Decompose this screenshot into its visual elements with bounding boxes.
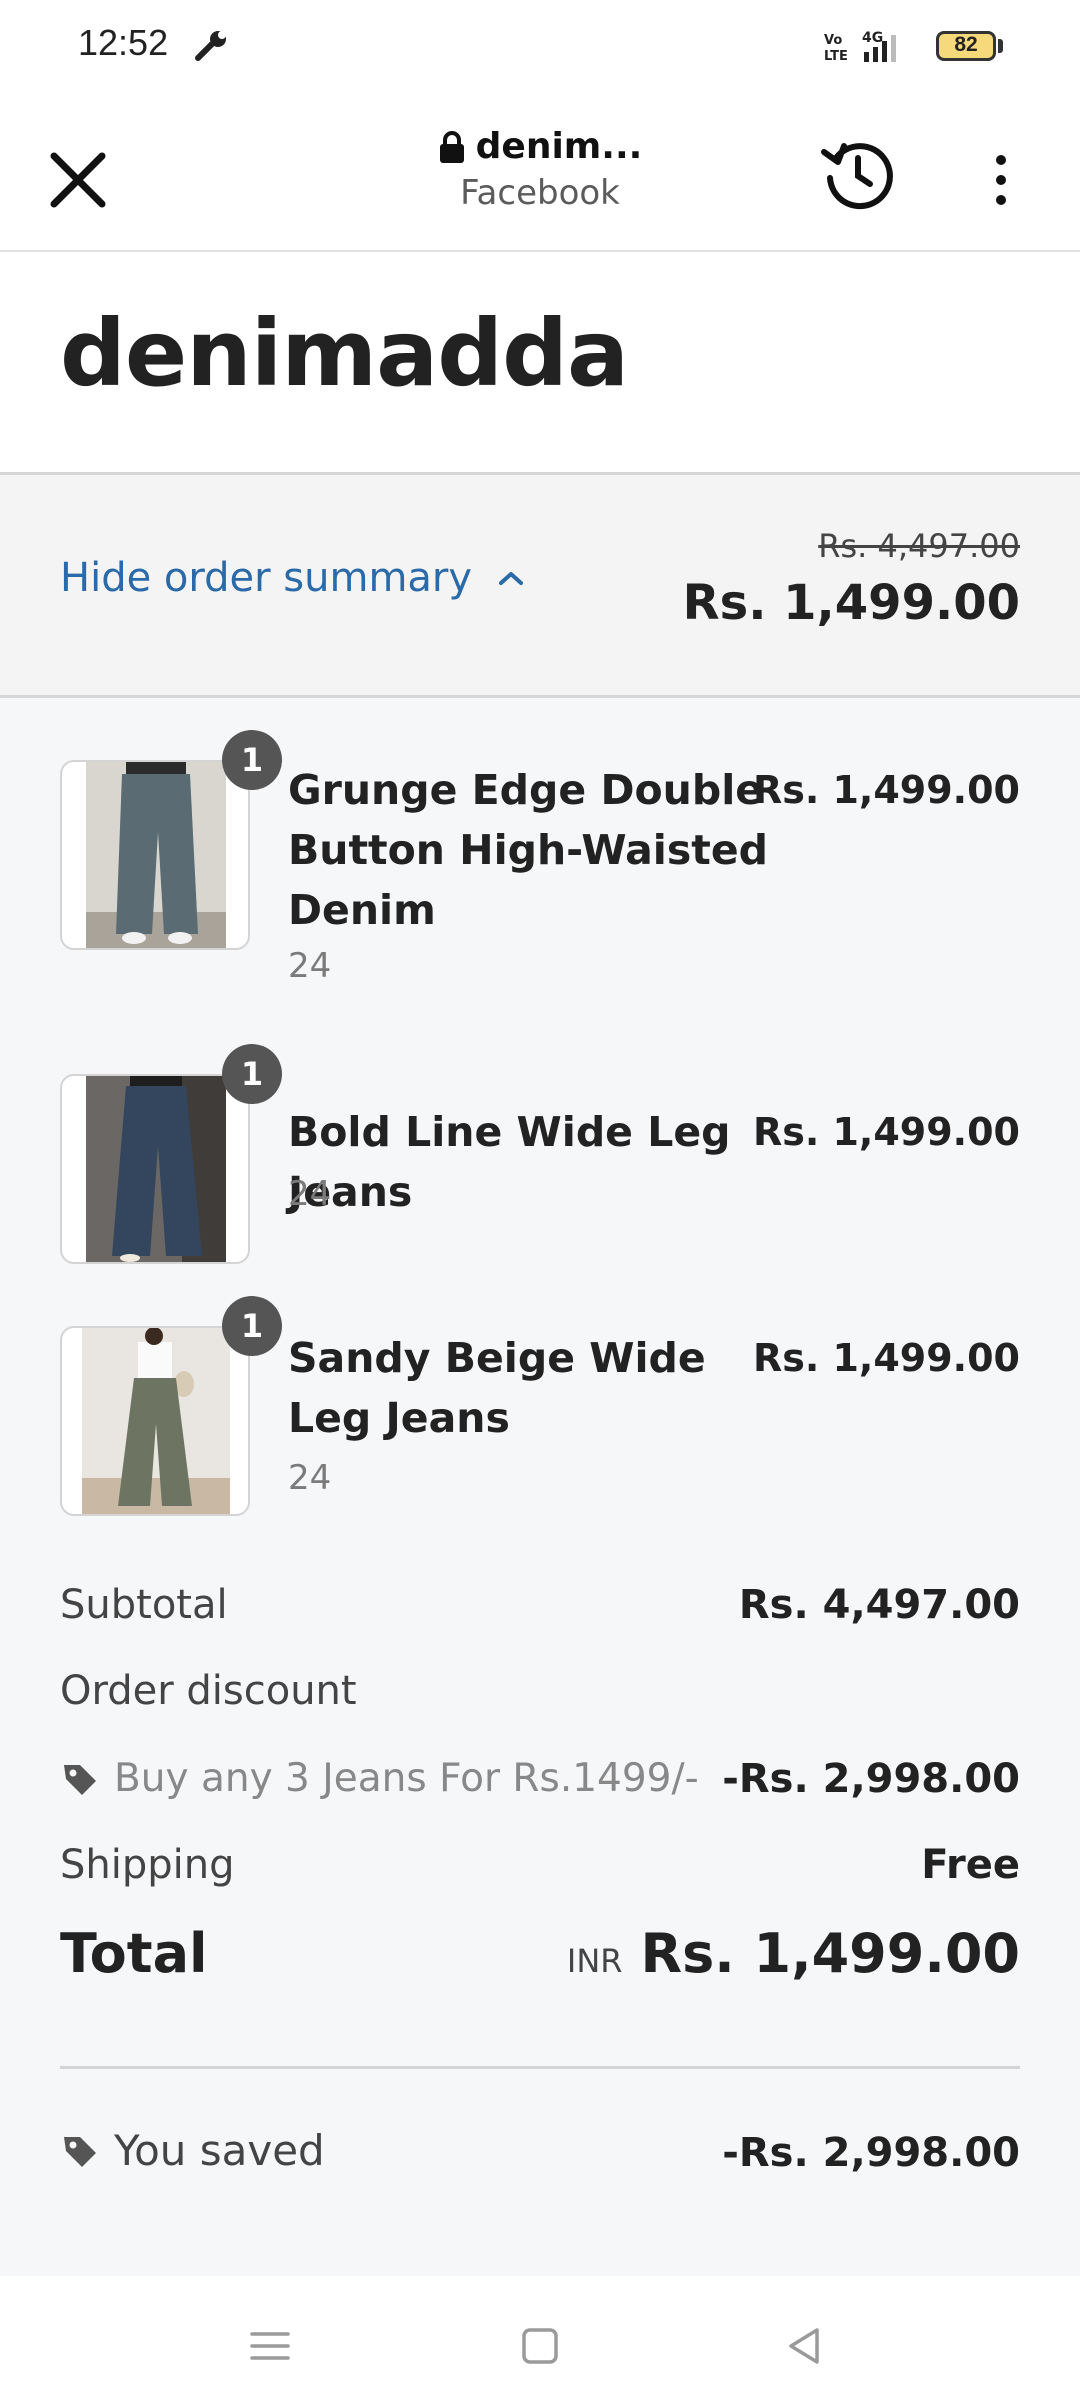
shipping-label: Shipping: [60, 1842, 235, 1888]
quantity-badge: 1: [222, 1296, 282, 1356]
url-line: denim...: [340, 126, 740, 167]
home-icon[interactable]: [510, 2316, 570, 2376]
product-image: [60, 760, 250, 950]
battery-tip: [998, 39, 1003, 53]
product-image: [60, 1326, 250, 1516]
store-header: denimadda: [0, 252, 1080, 475]
you-saved-row: You saved -Rs. 2,998.00: [60, 2126, 1020, 2186]
url-text: denim...: [475, 126, 643, 167]
tag-icon: [64, 2136, 96, 2167]
discount-code-text: Buy any 3 Jeans For Rs.1499/-: [114, 1756, 699, 1801]
item-name: Bold Line Wide Leg Jeans: [288, 1108, 731, 1216]
total-amount: Rs. 1,499.00: [640, 1922, 1020, 1985]
discount-code-row: Buy any 3 Jeans For Rs.1499/- -Rs. 2,998…: [60, 1756, 1020, 1812]
hide-order-summary-label[interactable]: Hide order summary: [60, 555, 472, 601]
browser-toolbar: denim... Facebook: [0, 96, 1080, 252]
status-bar: 12:52 Vo LTE 4G 82: [0, 0, 1080, 96]
url-subtitle: Facebook: [460, 173, 620, 213]
quantity-badge: 1: [222, 1044, 282, 1104]
battery-level: 82: [954, 33, 978, 56]
line-item: 1 Bold Line Wide Leg Jeans 24 Rs. 1,499.…: [60, 1044, 1020, 1274]
total-value-group: INR Rs. 1,499.00: [567, 1922, 1020, 1985]
subtotal-row: Subtotal Rs. 4,497.00: [60, 1582, 1020, 1638]
tag-icon: [64, 1764, 96, 1795]
status-time: 12:52: [78, 22, 169, 63]
discount-amount: -Rs. 2,998.00: [722, 1756, 1020, 1802]
total-row: Total INR Rs. 1,499.00: [60, 1922, 1020, 1996]
you-saved-amount: -Rs. 2,998.00: [722, 2130, 1020, 2176]
store-name[interactable]: denimadda: [60, 300, 629, 407]
product-image: [60, 1074, 250, 1264]
divider: [60, 2066, 1020, 2069]
chevron-up-icon: [499, 572, 524, 585]
jeans-photo-3: [82, 1328, 230, 1514]
order-discount-label: Order discount: [60, 1668, 357, 1714]
total-label: Total: [60, 1922, 208, 1985]
url-block[interactable]: denim... Facebook: [340, 126, 740, 213]
system-nav-bar: [0, 2276, 1080, 2408]
back-icon[interactable]: [775, 2316, 835, 2376]
jeans-photo-2: [86, 1076, 226, 1262]
quantity-badge: 1: [222, 730, 282, 790]
order-discount-row: Order discount: [60, 1668, 1020, 1724]
toggle-label-group[interactable]: Hide order summary: [60, 555, 526, 601]
history-icon[interactable]: [818, 134, 898, 214]
item-variant: 24: [288, 1458, 332, 1498]
item-variant: 24: [288, 1174, 332, 1214]
svg-text:LTE: LTE: [824, 49, 848, 64]
item-price: Rs. 1,499.00: [752, 1336, 1020, 1380]
item-name: Sandy Beige Wide Leg Jeans: [288, 1334, 706, 1442]
item-variant: 24: [288, 946, 332, 986]
item-name: Grunge Edge Double Button High-Waisted D…: [288, 766, 768, 934]
original-total: Rs. 4,497.00: [818, 527, 1020, 565]
svg-text:Vo: Vo: [824, 33, 842, 48]
shipping-row: Shipping Free: [60, 1842, 1020, 1898]
subtotal-label: Subtotal: [60, 1582, 228, 1628]
subtotal-value: Rs. 4,497.00: [738, 1582, 1020, 1628]
signal-icon: Vo LTE 4G: [824, 30, 896, 64]
close-icon[interactable]: [40, 142, 116, 218]
recent-apps-icon[interactable]: [240, 2316, 300, 2376]
shipping-value: Free: [921, 1842, 1020, 1888]
lock-icon: [439, 130, 464, 163]
item-price: Rs. 1,499.00: [752, 768, 1020, 812]
you-saved-label: You saved: [114, 2126, 325, 2175]
line-item: 1 Grunge Edge Double Button High-Waisted…: [60, 730, 1020, 1000]
item-price: Rs. 1,499.00: [752, 1110, 1020, 1154]
toggle-total: Rs. 1,499.00: [682, 575, 1020, 631]
jeans-photo-1: [86, 762, 226, 948]
currency-code: INR: [566, 1942, 623, 1980]
network-label: 4G: [862, 30, 883, 46]
line-item: 1 Sandy Beige Wide Leg Jeans 24 Rs. 1,49…: [60, 1296, 1020, 1526]
order-summary-toggle[interactable]: Hide order summary Rs. 4,497.00 Rs. 1,49…: [0, 475, 1080, 698]
wrench-icon: [195, 31, 226, 61]
more-options-icon[interactable]: [978, 150, 1024, 210]
